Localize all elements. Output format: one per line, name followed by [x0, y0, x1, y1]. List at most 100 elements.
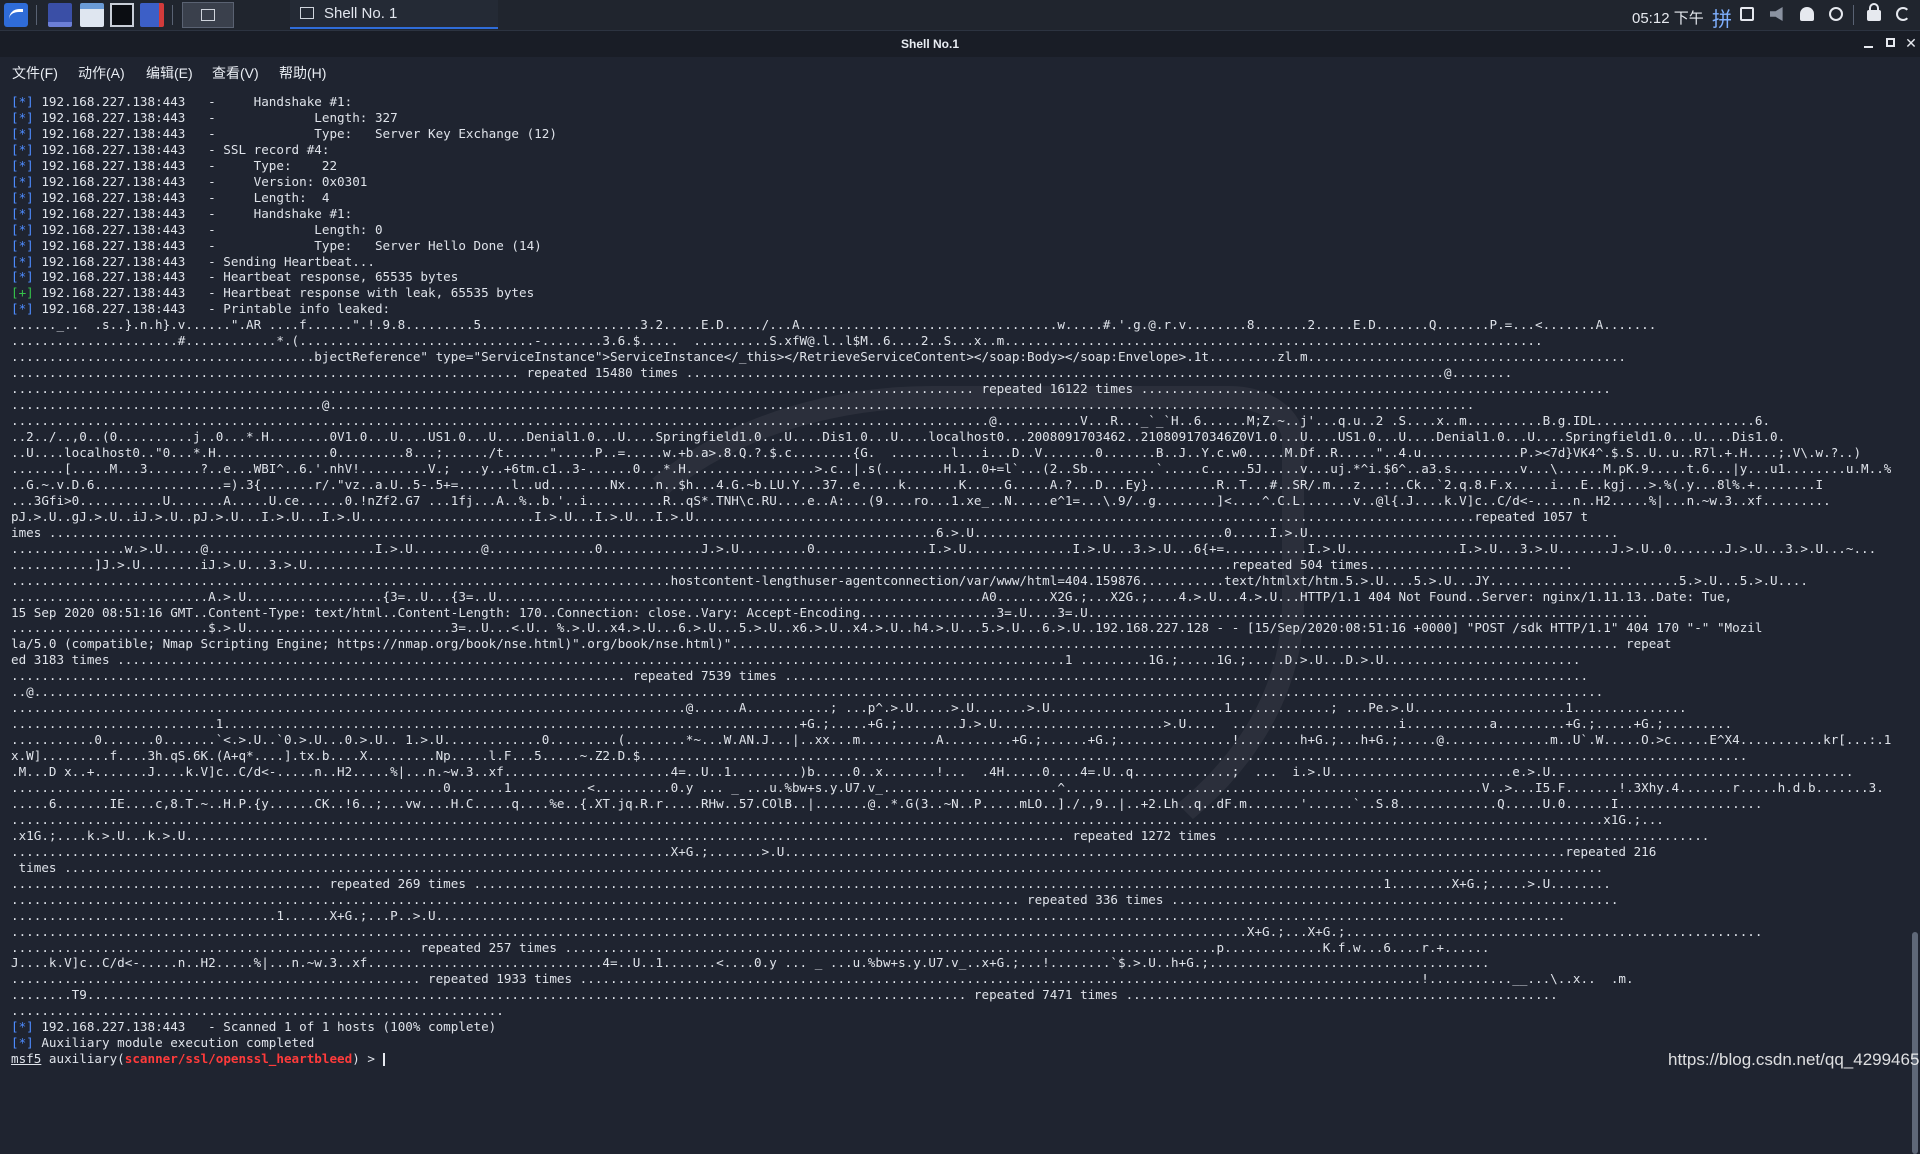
log-text: 192.168.227.138:443 - Handshake #1: — [33, 205, 353, 221]
top-panel: Shell No. 1 05:12 下午 拼 — [0, 0, 1920, 31]
lock-icon[interactable] — [1867, 3, 1881, 21]
minimize-icon[interactable] — [1862, 36, 1876, 50]
log-text: 192.168.227.138:443 - Printable info lea… — [33, 301, 391, 317]
leak-line: ..@.....................................… — [11, 684, 1604, 700]
leak-line: ........................................… — [11, 381, 1611, 397]
leak-line: 15 Sep 2020 08:51:16 GMT..Content-Type: … — [11, 604, 1649, 620]
terminal-scrollbar[interactable] — [1910, 86, 1920, 1154]
leak-line: ...............w.>.U.....@..............… — [11, 540, 1877, 556]
leak-line: .....6.......IE....c,8.T.~..H.P.{y......… — [11, 795, 1763, 811]
leak-line: ed 3183 times ..........................… — [11, 652, 1581, 668]
leak-line: ..G.~.v.D.6.................=).3{.......… — [11, 476, 1824, 492]
status-prefix: [*] — [11, 1035, 34, 1051]
prompt-word: auxiliary( — [41, 1051, 125, 1067]
leak-line: ........................................… — [11, 413, 1771, 429]
show-desktop-icon[interactable] — [48, 3, 72, 27]
display-icon[interactable] — [1740, 7, 1754, 21]
close-icon[interactable]: ✕ — [1904, 36, 1918, 50]
log-line: [*] 192.168.227.138:443 - Handshake #1: — [11, 206, 1891, 222]
leak-line: ........................................… — [11, 668, 1589, 684]
log-line: [*] 192.168.227.138:443 - Length: 4 — [11, 190, 1891, 206]
command-prompt[interactable]: msf5 auxiliary(scanner/ssl/openssl_heart… — [11, 1051, 1891, 1067]
volume-icon[interactable] — [1770, 7, 1783, 21]
menu-edit[interactable]: 编辑(E) — [146, 63, 193, 83]
log-line: [*] 192.168.227.138:443 - Length: 327 — [11, 110, 1891, 126]
log-line: [*] 192.168.227.138:443 - Scanned 1 of 1… — [11, 1019, 1891, 1035]
log-text: Auxiliary module execution completed — [33, 1035, 315, 1051]
leak-line: imes ...................................… — [11, 524, 1619, 540]
leak-line: ...........0.......0.......`<.>.U..`0.>.… — [11, 732, 1891, 748]
screenshot-icon[interactable] — [140, 3, 164, 27]
status-prefix: [*] — [11, 205, 34, 221]
leak-line: .M...D x..+.......J....k.V]c..C/d<-.....… — [11, 764, 1854, 780]
status-prefix: [*] — [11, 109, 34, 125]
workspace-switcher[interactable] — [182, 2, 234, 28]
status-prefix: [*] — [11, 189, 34, 205]
terminal-output[interactable]: [*] 192.168.227.138:443 - Handshake #1:[… — [0, 86, 1910, 1080]
leak-line: ........................................… — [11, 811, 1664, 827]
leak-line: ........................................… — [11, 971, 1634, 987]
log-line: [+] 192.168.227.138:443 - Heartbeat resp… — [11, 285, 1891, 301]
terminal-text: [*] 192.168.227.138:443 - Handshake #1:[… — [11, 94, 1891, 1067]
leak-line: .......[.....M...3.......?..e...WBI^..6.… — [11, 460, 1891, 476]
log-text: 192.168.227.138:443 - Type: 22 — [33, 157, 338, 173]
leak-line: ........................................… — [11, 779, 1884, 795]
maximize-icon[interactable] — [1884, 36, 1898, 50]
logout-icon[interactable] — [1896, 7, 1910, 21]
leak-line: x.W].........f....3h.qS.6K.(A+q*....].tx… — [11, 748, 1748, 764]
power-icon[interactable] — [1829, 7, 1843, 21]
leak-line: ........................................… — [11, 891, 1619, 907]
terminal-icon[interactable] — [110, 3, 134, 27]
status-prefix: [*] — [11, 1019, 34, 1035]
leak-line: ........................................… — [11, 939, 1490, 955]
leak-line: ........................................… — [11, 365, 1513, 381]
log-text: 192.168.227.138:443 - Heartbeat response… — [33, 269, 459, 285]
log-text: 192.168.227.138:443 - Version: 0x0301 — [33, 173, 368, 189]
log-text: 192.168.227.138:443 - Scanned 1 of 1 hos… — [33, 1019, 497, 1035]
menu-action[interactable]: 动作(A) — [78, 63, 125, 83]
log-text: 192.168.227.138:443 - Sending Heartbeat.… — [33, 253, 375, 269]
kali-menu-icon[interactable] — [4, 3, 28, 27]
log-line: [*] 192.168.227.138:443 - Sending Heartb… — [11, 254, 1891, 270]
log-line: [*] 192.168.227.138:443 - Handshake #1: — [11, 94, 1891, 110]
status-prefix: [*] — [11, 157, 34, 173]
status-prefix: [*] — [11, 173, 34, 189]
menu-bar: 文件(F) 动作(A) 编辑(E) 查看(V) 帮助(H) — [0, 57, 1920, 86]
log-line: [*] 192.168.227.138:443 - SSL record #4: — [11, 142, 1891, 158]
ime-icon[interactable]: 拼 — [1712, 3, 1732, 31]
log-text: 192.168.227.138:443 - Type: Server Key E… — [33, 125, 557, 141]
workspace-window-icon — [201, 9, 215, 21]
scrollbar-thumb[interactable] — [1912, 932, 1918, 1154]
leak-line: ........................................… — [11, 923, 1763, 939]
leak-line: ........................................… — [11, 843, 1657, 859]
log-line: [*] 192.168.227.138:443 - Version: 0x030… — [11, 174, 1891, 190]
menu-file[interactable]: 文件(F) — [12, 63, 58, 83]
leak-line: la/5.0 (compatible; Nmap Scripting Engin… — [11, 636, 1672, 652]
leak-line: pJ.>.U..gJ.>.U..iJ.>.U..pJ.>.U...I.>.U..… — [11, 508, 1589, 524]
prompt-tail: ) > — [352, 1051, 383, 1067]
bell-icon[interactable] — [1800, 7, 1814, 21]
menu-view[interactable]: 查看(V) — [212, 63, 259, 83]
log-line: [*] Auxiliary module execution completed — [11, 1035, 1891, 1051]
leak-line: times ..................................… — [11, 859, 1604, 875]
status-prefix: [*] — [11, 253, 34, 269]
leak-line: ........................................… — [11, 700, 1687, 716]
window-titlebar[interactable]: Shell No.1 ✕ — [0, 31, 1920, 57]
leak-line: ...........................1............… — [11, 716, 1733, 732]
file-manager-icon[interactable] — [80, 3, 104, 27]
leak-line: ..U....localhost0.."0...*.H.............… — [11, 444, 1862, 460]
log-text: 192.168.227.138:443 - Length: 327 — [33, 109, 398, 125]
leak-line: ........................................… — [11, 349, 1626, 365]
prompt-module: scanner/ssl/openssl_heartbleed — [124, 1051, 353, 1067]
window-icon — [300, 7, 314, 19]
menu-help[interactable]: 帮助(H) — [279, 63, 326, 83]
window-title: Shell No.1 — [900, 37, 959, 51]
log-line: [*] 192.168.227.138:443 - Type: Server K… — [11, 126, 1891, 142]
status-prefix: [*] — [11, 94, 34, 109]
leak-line: ........................................… — [11, 572, 1808, 588]
leak-line: ..2../..,0..(0..........j..0...*.H......… — [11, 429, 1786, 445]
taskbar-item-shell[interactable]: Shell No. 1 — [290, 0, 498, 29]
leak-line: ..........................$.>.U.........… — [11, 620, 1763, 636]
status-prefix: [*] — [11, 221, 34, 237]
panel-separator — [1853, 5, 1854, 25]
